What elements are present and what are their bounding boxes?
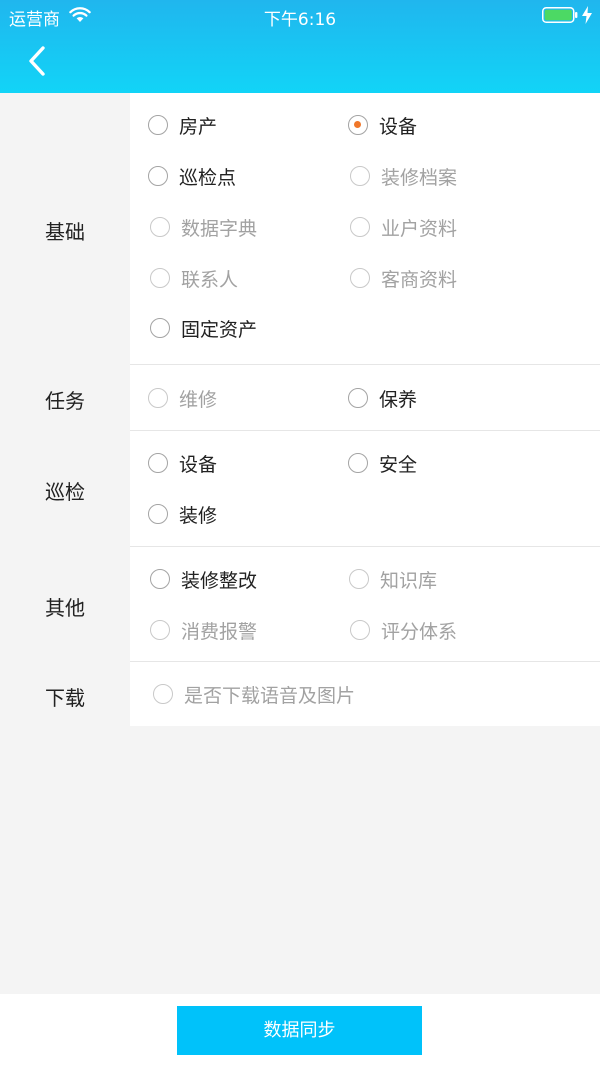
data-sync-button[interactable]: 数据同步 xyxy=(177,1006,422,1055)
section-panel-patrol: 设备 安全 装修 xyxy=(130,431,600,547)
option-label: 设备 xyxy=(179,453,218,476)
option-consumption-alarm[interactable]: 消费报警 xyxy=(150,615,257,645)
option-repair[interactable]: 维修 xyxy=(148,383,217,413)
option-label: 客商资料 xyxy=(381,268,458,291)
section-panel-other: 装修整改 知识库 消费报警 评分体系 xyxy=(130,547,600,662)
option-label: 知识库 xyxy=(380,569,438,592)
option-property[interactable]: 房产 xyxy=(148,110,217,140)
radio-checked-icon xyxy=(348,115,368,135)
option-label: 固定资产 xyxy=(181,318,258,341)
radio-icon xyxy=(348,453,368,473)
radio-icon xyxy=(350,166,370,186)
option-label: 是否下载语音及图片 xyxy=(184,684,356,707)
option-label: 设备 xyxy=(379,115,418,138)
status-bar: 运营商 下午6:16 xyxy=(0,0,600,32)
option-owner-info[interactable]: 业户资料 xyxy=(350,212,457,242)
battery-icon xyxy=(542,7,578,23)
option-label: 房产 xyxy=(179,115,218,138)
section-panel-basic: 房产 设备 巡检点 装修档案 数据字典 业户资料 联系人 客商资料 固定资产 xyxy=(130,93,600,365)
option-label: 安全 xyxy=(379,453,418,476)
section-panel-task: 维修 保养 xyxy=(130,365,600,431)
option-label: 装修档案 xyxy=(381,166,458,189)
radio-icon xyxy=(148,504,168,524)
radio-icon xyxy=(350,620,370,640)
option-patrol-equipment[interactable]: 设备 xyxy=(148,448,217,478)
option-download-media[interactable]: 是否下载语音及图片 xyxy=(153,679,355,709)
radio-icon xyxy=(150,217,170,237)
option-decoration-rectify[interactable]: 装修整改 xyxy=(150,564,257,594)
option-label: 联系人 xyxy=(181,268,239,291)
section-panel-download: 是否下载语音及图片 xyxy=(130,662,600,726)
option-label: 装修 xyxy=(179,504,218,527)
clock-time: 下午6:16 xyxy=(263,10,337,30)
radio-icon xyxy=(349,569,369,589)
option-label: 巡检点 xyxy=(179,166,237,189)
option-scoring-system[interactable]: 评分体系 xyxy=(350,615,457,645)
option-merchant-info[interactable]: 客商资料 xyxy=(350,263,457,293)
option-contacts[interactable]: 联系人 xyxy=(150,263,238,293)
option-label: 装修整改 xyxy=(181,569,258,592)
radio-icon xyxy=(153,684,173,704)
option-label: 数据字典 xyxy=(181,217,258,240)
section-label-download: 下载 xyxy=(45,686,85,710)
section-label-basic: 基础 xyxy=(45,220,85,244)
option-knowledge-base[interactable]: 知识库 xyxy=(349,564,437,594)
radio-icon xyxy=(350,217,370,237)
option-patrol-point[interactable]: 巡检点 xyxy=(148,161,236,191)
back-chevron-icon[interactable] xyxy=(22,44,56,78)
radio-icon xyxy=(148,388,168,408)
option-label: 评分体系 xyxy=(381,620,458,643)
radio-icon xyxy=(148,115,168,135)
radio-icon xyxy=(348,388,368,408)
option-patrol-decoration[interactable]: 装修 xyxy=(148,499,217,529)
option-label: 维修 xyxy=(179,388,218,411)
option-label: 保养 xyxy=(379,388,418,411)
radio-icon xyxy=(150,620,170,640)
footer-bar: 数据同步 xyxy=(0,994,600,1067)
radio-icon xyxy=(350,268,370,288)
option-equipment[interactable]: 设备 xyxy=(348,110,417,140)
radio-icon xyxy=(148,166,168,186)
radio-icon xyxy=(148,453,168,473)
option-label: 业户资料 xyxy=(381,217,458,240)
option-patrol-safety[interactable]: 安全 xyxy=(348,448,417,478)
radio-icon xyxy=(150,318,170,338)
option-label: 消费报警 xyxy=(181,620,258,643)
section-label-other: 其他 xyxy=(45,596,85,620)
section-label-patrol: 巡检 xyxy=(45,480,85,504)
charging-bolt-icon xyxy=(582,6,592,24)
radio-icon xyxy=(150,268,170,288)
section-label-task: 任务 xyxy=(45,389,85,413)
option-decoration-archive[interactable]: 装修档案 xyxy=(350,161,457,191)
option-data-dictionary[interactable]: 数据字典 xyxy=(150,212,257,242)
nav-header: 运营商 下午6:16 xyxy=(0,0,600,93)
option-fixed-assets[interactable]: 固定资产 xyxy=(150,313,257,343)
option-maintenance[interactable]: 保养 xyxy=(348,383,417,413)
radio-icon xyxy=(150,569,170,589)
